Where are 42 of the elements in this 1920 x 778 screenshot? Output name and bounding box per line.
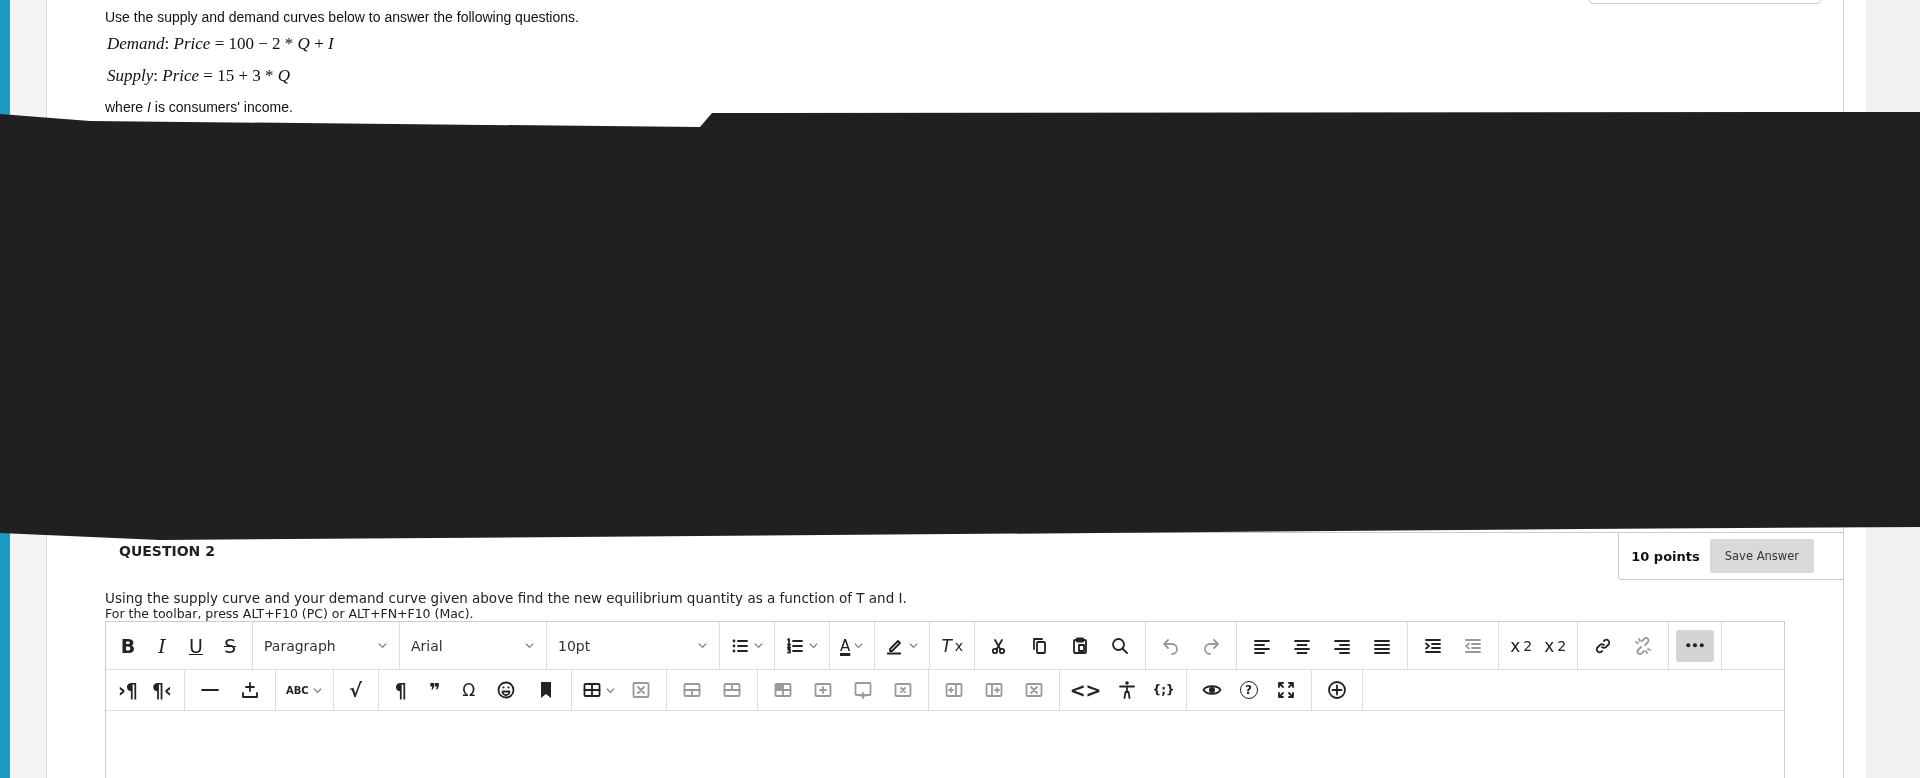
paragraph-mark-button[interactable]: ¶ xyxy=(385,674,416,706)
text-color-button[interactable]: A xyxy=(837,629,868,662)
strikethrough-button[interactable]: S xyxy=(215,629,245,662)
font-select[interactable]: Arial xyxy=(407,629,539,662)
question-title: QUESTION 2 xyxy=(118,542,215,559)
caret-icon[interactable] xyxy=(908,640,920,651)
caret-icon[interactable] xyxy=(697,640,708,651)
code-sample-button[interactable]: {;} xyxy=(1148,674,1179,706)
special-character-button[interactable]: Ω xyxy=(453,674,484,706)
search-icon[interactable] xyxy=(1110,635,1131,656)
size-select[interactable]: 10pt xyxy=(554,629,712,662)
insert-icon[interactable] xyxy=(240,680,260,700)
format-select[interactable]: Paragraph xyxy=(260,629,392,662)
points-label: 10 points xyxy=(1631,548,1700,564)
table-icon[interactable] xyxy=(581,680,602,700)
equation: Demand: Price = 100 − 2 *Q + I xyxy=(107,34,335,55)
smiley-icon[interactable] xyxy=(495,680,516,700)
ltr-button[interactable]: ›¶ xyxy=(113,674,143,706)
caret-icon[interactable] xyxy=(808,640,819,651)
source-code-button[interactable]: <> xyxy=(1066,674,1105,706)
accessibility-icon[interactable] xyxy=(1116,680,1137,700)
toolbar-hint: For the toolbar, press ALT+F10 (PC) or ALT+FN+F10 (Mac). xyxy=(105,606,475,621)
more-button[interactable] xyxy=(1676,629,1715,662)
rtl-button[interactable]: ¶‹ xyxy=(147,674,177,706)
equation: Supply: Price = 15 + 3 *Q xyxy=(107,66,292,87)
bold-button[interactable]: B xyxy=(113,629,143,662)
spellcheck-button[interactable]: ABC xyxy=(283,674,326,706)
blockquote-button[interactable]: ❞ xyxy=(419,674,450,706)
caret-icon[interactable] xyxy=(753,640,764,651)
question-text: where I is consumers' income. xyxy=(105,98,294,116)
question-text: Using the supply curve and your demand curve given above find the new equilibrium quantity as a function of T and I. xyxy=(105,590,908,606)
italic-button[interactable]: I xyxy=(147,629,177,662)
fullscreen-icon[interactable] xyxy=(1275,680,1296,700)
add-icon[interactable] xyxy=(1326,680,1347,700)
caret-icon[interactable] xyxy=(524,640,535,651)
math-button[interactable]: √ xyxy=(340,674,371,706)
caret-icon[interactable] xyxy=(853,640,865,651)
underline-button[interactable]: U xyxy=(181,629,211,662)
question-text: Use the supply and demand curves below to answer the following questions. xyxy=(105,8,580,26)
caret-icon[interactable] xyxy=(377,640,388,651)
save-answer-button[interactable]: Save Answer xyxy=(1709,539,1814,573)
numbered-list-icon[interactable] xyxy=(785,635,805,656)
